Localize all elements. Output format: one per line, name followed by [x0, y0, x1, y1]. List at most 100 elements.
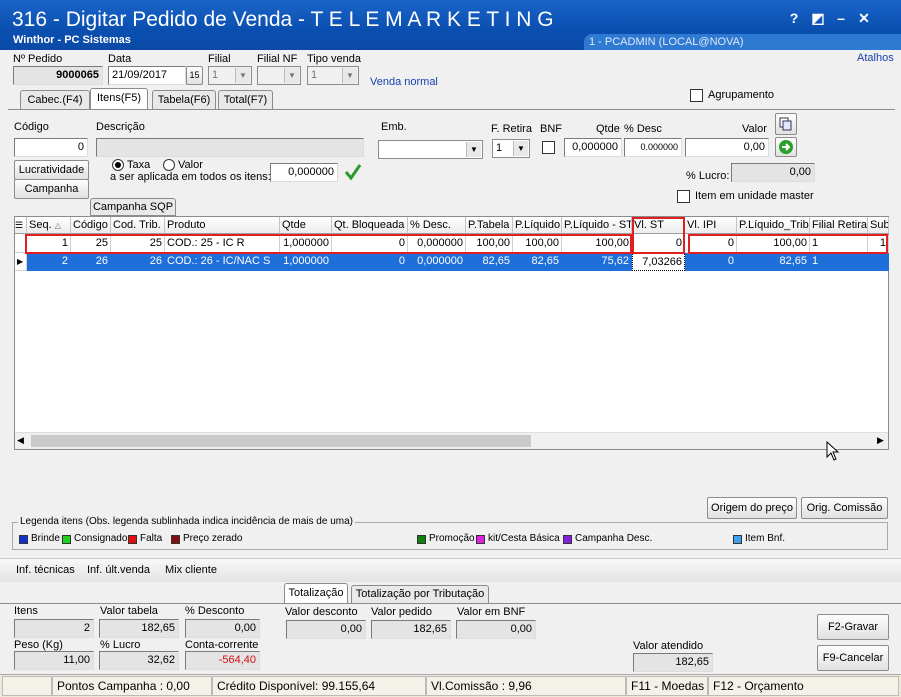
- valor-atendido-field: 182,65: [633, 653, 713, 672]
- highlight-box: [632, 217, 685, 254]
- plucro-field: 0,00: [731, 163, 815, 182]
- descricao-label: Descrição: [96, 121, 145, 133]
- itens-label: Itens: [14, 605, 38, 617]
- cell[interactable]: 0,000000: [408, 253, 466, 271]
- cell[interactable]: COD.: 26 - IC/NAC S: [165, 253, 280, 271]
- qtde-input[interactable]: 0,000000: [564, 138, 622, 157]
- cell[interactable]: 82,65: [466, 253, 513, 271]
- chevron-down-icon[interactable]: ▼: [466, 142, 481, 157]
- scroll-left-icon[interactable]: ◀: [17, 435, 24, 446]
- campanha-sqp-button[interactable]: Campanha SQP: [90, 198, 176, 216]
- col-header[interactable]: Sub: [868, 217, 889, 234]
- chevron-down-icon[interactable]: ▼: [513, 141, 528, 156]
- filialnf-label: Filial NF: [257, 53, 298, 65]
- valor-radio[interactable]: [163, 159, 175, 171]
- valor-input[interactable]: 0,00: [685, 138, 769, 157]
- highlight-box: [688, 234, 888, 254]
- lucratividade-button[interactable]: Lucratividade: [14, 160, 89, 180]
- taxa-radio[interactable]: [112, 159, 124, 171]
- inf-tecnicas-link[interactable]: Inf. técnicas: [16, 564, 75, 576]
- col-header[interactable]: P.Líquido_Trib: [737, 217, 810, 234]
- taxa-label: Taxa: [127, 159, 151, 171]
- tab-itens[interactable]: Itens(F5): [90, 88, 148, 110]
- col-header[interactable]: P.Tabela: [466, 217, 513, 234]
- cell[interactable]: 75,62: [562, 253, 632, 271]
- orig-comissao-button[interactable]: Orig. Comissão: [801, 497, 888, 519]
- col-header[interactable]: Vl. IPI: [685, 217, 737, 234]
- check-icon[interactable]: [343, 162, 363, 182]
- items-grid[interactable]: ☰ Seq. △ Código Cod. Trib. Produto Qtde …: [14, 216, 889, 450]
- tipovenda-select[interactable]: 1 ▼: [307, 66, 359, 85]
- fretira-select[interactable]: 1 ▼: [492, 139, 530, 158]
- col-header[interactable]: Qt. Bloqueada: [332, 217, 408, 234]
- calendar-icon[interactable]: 15: [186, 66, 203, 85]
- status-moedas[interactable]: F11 - Moedas: [626, 676, 708, 696]
- tab-cabec[interactable]: Cabec.(F4): [20, 90, 90, 110]
- codigo-input[interactable]: 0: [14, 138, 88, 157]
- col-header[interactable]: % Desc.: [408, 217, 466, 234]
- origem-preco-button[interactable]: Origem do preço: [707, 497, 797, 519]
- valor-desconto-field: 0,00: [286, 620, 366, 639]
- tab-tabela[interactable]: Tabela(F6): [152, 90, 216, 110]
- filial-select[interactable]: 1 ▼: [208, 66, 252, 85]
- chevron-down-icon[interactable]: ▼: [284, 68, 299, 83]
- cell[interactable]: 7,03266: [632, 253, 685, 271]
- minimize-icon[interactable]: –: [832, 9, 850, 27]
- help-icon[interactable]: ?: [785, 9, 803, 27]
- campanha-button[interactable]: Campanha: [14, 179, 89, 199]
- inf-ult-venda-link[interactable]: Inf. últ.venda: [87, 564, 150, 576]
- tab-total[interactable]: Total(F7): [218, 90, 273, 110]
- cell[interactable]: 82,65: [513, 253, 562, 271]
- horizontal-scrollbar[interactable]: ◀ ▶: [15, 432, 888, 449]
- cell[interactable]: 82,65: [737, 253, 810, 271]
- col-header[interactable]: P.Líquido - ST: [562, 217, 632, 234]
- bnf-checkbox[interactable]: [542, 141, 555, 154]
- pdesc-input[interactable]: 0.000000: [624, 138, 682, 157]
- col-header[interactable]: P.Líquido: [513, 217, 562, 234]
- tab-totalizacao[interactable]: Totalização: [284, 583, 348, 603]
- grid-menu-icon[interactable]: ☰: [15, 217, 27, 234]
- venda-tipo: Venda normal: [370, 76, 438, 88]
- qtde-label: Qtde: [596, 123, 620, 135]
- cell[interactable]: 2: [27, 253, 71, 271]
- scroll-right-icon[interactable]: ▶: [877, 435, 884, 446]
- tab-divider: [8, 109, 895, 110]
- atalhos-link[interactable]: Atalhos: [857, 52, 894, 64]
- aplicada-input[interactable]: 0,000000: [270, 163, 338, 182]
- chevron-down-icon[interactable]: ▼: [235, 68, 250, 83]
- status-orcamento[interactable]: F12 - Orçamento: [708, 676, 899, 696]
- close-icon[interactable]: ✕: [855, 9, 873, 27]
- cell[interactable]: 0: [332, 253, 408, 271]
- item-master-checkbox[interactable]: [677, 190, 690, 203]
- cancelar-button[interactable]: F9-Cancelar: [817, 645, 889, 671]
- cell[interactable]: 26: [71, 253, 111, 271]
- col-header[interactable]: Qtde: [280, 217, 332, 234]
- cell[interactable]: 26: [111, 253, 165, 271]
- cell[interactable]: 0: [685, 253, 737, 271]
- valor-bnf-field: 0,00: [456, 620, 536, 639]
- data-field[interactable]: 21/09/2017: [108, 66, 186, 85]
- legend-swatch: [563, 535, 572, 544]
- scrollbar-thumb[interactable]: [31, 435, 531, 447]
- chevron-down-icon[interactable]: ▼: [342, 68, 357, 83]
- emb-select[interactable]: ▼: [378, 140, 483, 159]
- mix-cliente-link[interactable]: Mix cliente: [165, 564, 217, 576]
- agrupamento-checkbox[interactable]: [690, 89, 703, 102]
- pdesc-label: % Desc: [624, 123, 662, 135]
- col-header[interactable]: Filial Retira: [810, 217, 868, 234]
- copy-icon[interactable]: [775, 113, 797, 135]
- cell[interactable]: 1: [810, 253, 889, 271]
- gravar-button[interactable]: F2-Gravar: [817, 614, 889, 640]
- col-header[interactable]: Código: [71, 217, 111, 234]
- confirm-arrow-icon[interactable]: [775, 137, 797, 157]
- tab-totalizacao-tributacao[interactable]: Totalização por Tributação: [351, 585, 489, 603]
- cell[interactable]: 1,000000: [280, 253, 332, 271]
- col-header[interactable]: Cod. Trib.: [111, 217, 165, 234]
- col-header[interactable]: Seq. △: [27, 217, 71, 234]
- pedido-field[interactable]: 9000065: [13, 66, 103, 85]
- filialnf-select[interactable]: ▼: [257, 66, 301, 85]
- col-header[interactable]: Produto: [165, 217, 280, 234]
- restore-icon[interactable]: ◩: [809, 9, 827, 27]
- descricao-input[interactable]: [96, 138, 364, 157]
- legend-swatch: [62, 535, 71, 544]
